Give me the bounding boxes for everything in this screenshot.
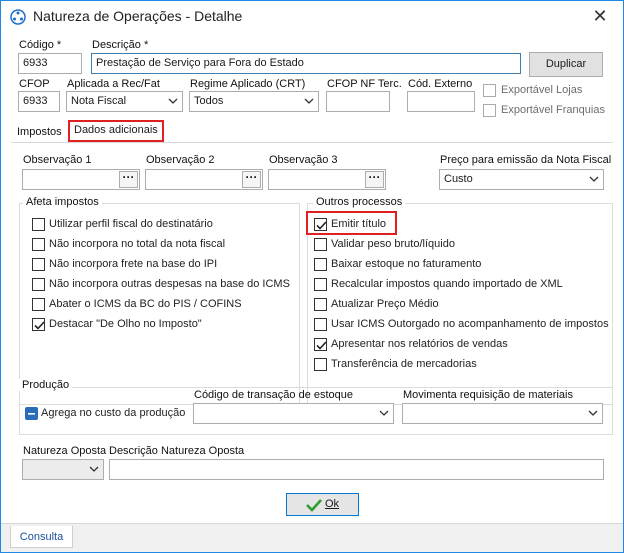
cfop-nf-field[interactable] — [326, 91, 390, 112]
movimenta-select[interactable] — [402, 403, 603, 424]
regime-select[interactable]: Todos — [189, 91, 319, 112]
agrega-toggle[interactable] — [25, 407, 38, 420]
exportavel-franquias-label: Exportável Franquias — [501, 104, 605, 116]
tab-impostos[interactable]: Impostos — [17, 126, 62, 138]
afeta-item-label: Utilizar perfil fiscal do destinatário — [49, 218, 213, 230]
descricao-label: Descrição * — [92, 39, 149, 51]
checkmark-icon — [316, 221, 327, 230]
regime-label: Regime Aplicado (CRT) — [190, 78, 306, 90]
window-content: Código * 6933 Descrição * Prestação de S… — [1, 31, 623, 552]
afeta-impostos-title: Afeta impostos — [23, 196, 102, 208]
aplicada-label: Aplicada a Rec/Fat — [67, 78, 160, 90]
descricao-oposta-field[interactable] — [109, 459, 604, 480]
obs1-label: Observação 1 — [23, 154, 92, 166]
agrega-label: Agrega no custo da produção — [41, 407, 186, 419]
outros-item-label: Validar peso bruto/líquido — [331, 238, 455, 250]
outros-item-checkbox[interactable] — [314, 338, 327, 351]
obs2-ellipsis-button[interactable]: ··· — [242, 171, 261, 188]
window-title: Natureza de Operações - Detalhe — [33, 8, 243, 24]
chevron-down-icon — [304, 98, 314, 104]
afeta-item-label: Abater o ICMS da BC do PIS / COFINS — [49, 298, 242, 310]
detail-window: Natureza de Operações - Detalhe ✕ Código… — [0, 0, 624, 553]
outros-item-checkbox[interactable] — [314, 298, 327, 311]
natureza-oposta-select[interactable] — [22, 459, 104, 480]
outros-item-label: Baixar estoque no faturamento — [331, 258, 482, 270]
tab-strip-divider — [11, 142, 613, 143]
cfop-label: CFOP — [19, 78, 50, 90]
chevron-down-icon — [379, 410, 389, 416]
codigo-transacao-select[interactable] — [193, 403, 394, 424]
outros-item-label: Recalcular impostos quando importado de … — [331, 278, 563, 290]
afeta-item-checkbox[interactable] — [32, 278, 45, 291]
status-bar: Consulta — [1, 523, 623, 552]
checkmark-icon — [316, 341, 327, 350]
regime-value: Todos — [194, 95, 224, 107]
outros-item-label: Atualizar Preço Médio — [331, 298, 439, 310]
outros-item-checkbox[interactable] — [314, 258, 327, 271]
outros-item-checkbox[interactable] — [314, 278, 327, 291]
descricao-oposta-label: Descrição Natureza Oposta — [109, 445, 245, 457]
codigo-transacao-label: Código de transação de estoque — [194, 389, 354, 401]
outros-item-label: Usar ICMS Outorgado no acompanhamento de… — [331, 318, 609, 330]
exportavel-lojas-label: Exportável Lojas — [501, 84, 583, 96]
outros-item-checkbox[interactable] — [314, 358, 327, 371]
cfop-field[interactable]: 6933 — [18, 91, 60, 112]
cod-externo-field[interactable] — [407, 91, 475, 112]
afeta-item-label: Destacar "De Olho no Imposto" — [49, 318, 202, 330]
afeta-item-checkbox[interactable] — [32, 218, 45, 231]
obs2-label: Observação 2 — [146, 154, 215, 166]
obs1-ellipsis-button[interactable]: ··· — [119, 171, 138, 188]
tab-dados-adicionais[interactable]: Dados adicionais — [68, 120, 164, 142]
outros-item-label: Transferência de mercadorias — [331, 358, 477, 370]
producao-title: Produção — [19, 379, 73, 391]
preco-label: Preço para emissão da Nota Fiscal — [440, 154, 612, 166]
movimenta-label: Movimenta requisição de materiais — [403, 389, 573, 401]
obs3-label: Observação 3 — [269, 154, 338, 166]
aplicada-select[interactable]: Nota Fiscal — [66, 91, 183, 112]
cod-externo-label: Cód. Externo — [408, 78, 473, 90]
check-icon — [306, 498, 322, 512]
afeta-item-label: Não incorpora outras despesas na base do… — [49, 278, 290, 290]
obs3-ellipsis-button[interactable]: ··· — [365, 171, 384, 188]
exportavel-franquias-checkbox[interactable] — [483, 104, 496, 117]
minus-icon — [28, 413, 35, 415]
descricao-field[interactable]: Prestação de Serviço para Fora do Estado — [91, 53, 521, 74]
chevron-down-icon — [89, 466, 99, 472]
preco-select[interactable]: Custo — [439, 169, 604, 190]
afeta-item-checkbox[interactable] — [32, 298, 45, 311]
ok-button[interactable]: Ok — [286, 493, 359, 516]
codigo-field[interactable]: 6933 — [18, 53, 82, 74]
duplicar-button[interactable]: Duplicar — [529, 52, 603, 77]
outros-item-checkbox[interactable] — [314, 218, 327, 231]
title-bar: Natureza de Operações - Detalhe ✕ — [1, 1, 623, 31]
afeta-item-checkbox[interactable] — [32, 318, 45, 331]
outros-item-label: Emitir título — [331, 218, 387, 230]
afeta-item-checkbox[interactable] — [32, 238, 45, 251]
aplicada-value: Nota Fiscal — [71, 95, 127, 107]
outros-item-checkbox[interactable] — [314, 318, 327, 331]
tab-consulta[interactable]: Consulta — [10, 526, 73, 548]
close-button[interactable]: ✕ — [577, 1, 623, 31]
preco-value: Custo — [444, 173, 473, 185]
chevron-down-icon — [588, 410, 598, 416]
chevron-down-icon — [168, 98, 178, 104]
natureza-oposta-label: Natureza Oposta — [23, 445, 107, 457]
afeta-item-label: Não incorpora frete na base do IPI — [49, 258, 218, 270]
codigo-label: Código * — [19, 39, 62, 51]
afeta-item-checkbox[interactable] — [32, 258, 45, 271]
ok-label: Ok — [324, 498, 340, 510]
cfop-nf-label: CFOP NF Terc. — [327, 78, 402, 90]
checkmark-icon — [34, 321, 45, 330]
outros-item-checkbox[interactable] — [314, 238, 327, 251]
outros-item-label: Apresentar nos relatórios de vendas — [331, 338, 508, 350]
app-logo-icon — [10, 9, 26, 25]
chevron-down-icon — [589, 176, 599, 182]
afeta-item-label: Não incorpora no total da nota fiscal — [49, 238, 226, 250]
exportavel-lojas-checkbox[interactable] — [483, 84, 496, 97]
outros-processos-title: Outros processos — [313, 196, 406, 208]
